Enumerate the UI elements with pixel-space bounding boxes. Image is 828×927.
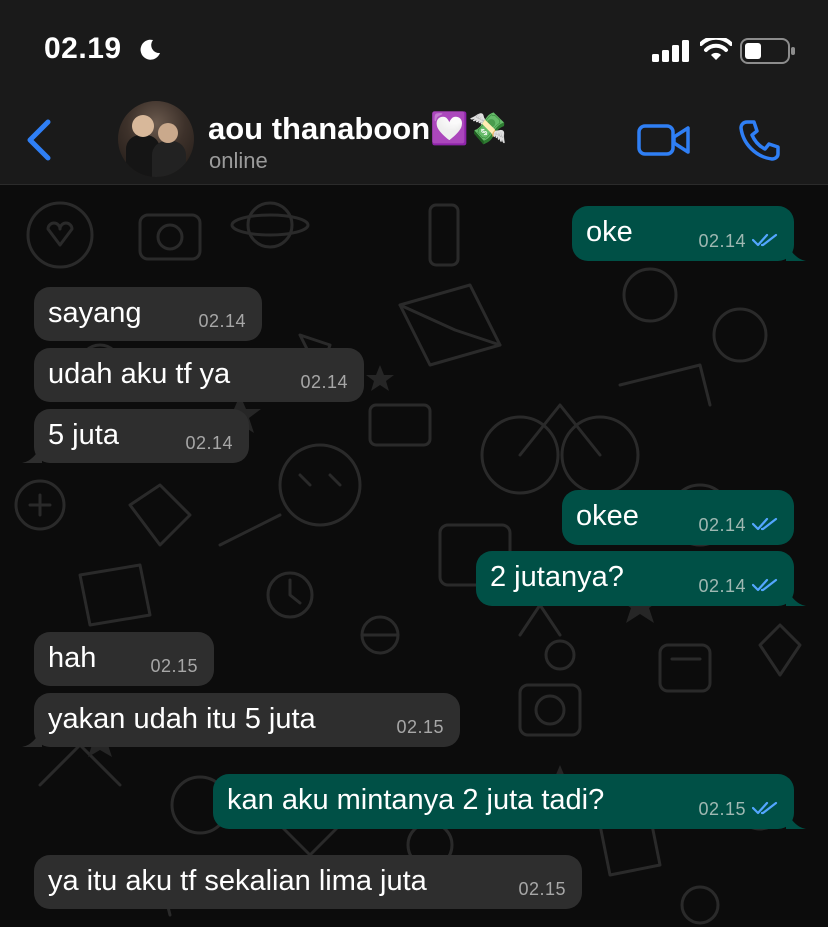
- bubble-tail: [22, 443, 42, 463]
- wifi-icon: [700, 38, 732, 60]
- message-bubble-incoming[interactable]: 5 juta 02.14: [22, 409, 249, 463]
- message-text: 2 jutanya?: [490, 561, 624, 593]
- message-text: kan aku mintanya 2 juta tadi?: [227, 784, 605, 816]
- message-bubble-incoming[interactable]: udah aku tf ya 02.14: [34, 348, 364, 402]
- double-check-read-icon: [752, 234, 778, 247]
- message-text: okee: [576, 500, 639, 532]
- message-bubble-incoming[interactable]: ya itu aku tf sekalian lima juta 02.15: [34, 855, 582, 909]
- moon-icon: [140, 39, 160, 60]
- message-bubble-outgoing[interactable]: okee 02.14: [562, 490, 794, 545]
- status-time: 02.19: [44, 32, 122, 65]
- bubble-tail: [786, 809, 806, 829]
- status-bar: 02.19: [0, 0, 828, 96]
- message-bubble-incoming[interactable]: yakan udah itu 5 juta 02.15: [22, 693, 460, 747]
- chat-header: aou thanaboon💟💸 online: [0, 96, 828, 185]
- message-text: yakan udah itu 5 juta: [48, 703, 316, 735]
- message-time: 02.14: [698, 576, 746, 596]
- message-time: 02.14: [698, 231, 746, 251]
- message-text: ya itu aku tf sekalian lima juta: [48, 865, 427, 897]
- bubble-tail: [22, 727, 42, 747]
- cellular-signal-icon: [652, 40, 689, 62]
- message-text: udah aku tf ya: [48, 358, 231, 390]
- double-check-read-icon: [752, 579, 778, 592]
- message-time: 02.14: [185, 433, 233, 453]
- message-bubble-outgoing[interactable]: 2 jutanya? 02.14: [476, 551, 806, 606]
- contact-name[interactable]: aou thanaboon💟💸: [208, 110, 507, 147]
- video-call-button[interactable]: [636, 120, 692, 160]
- message-time: 02.15: [396, 717, 444, 737]
- bubble-tail: [786, 241, 806, 261]
- message-bubble-incoming[interactable]: hah 02.15: [34, 632, 214, 686]
- message-time: 02.15: [518, 879, 566, 899]
- message-text: oke: [586, 216, 633, 248]
- double-check-read-icon: [752, 802, 778, 815]
- contact-status: online: [209, 148, 268, 173]
- double-check-read-icon: [752, 518, 778, 531]
- message-bubble-incoming[interactable]: sayang 02.14: [34, 287, 262, 341]
- voice-call-button[interactable]: [738, 118, 782, 162]
- bubble-tail: [786, 586, 806, 606]
- battery-icon: [740, 38, 795, 64]
- message-time: 02.15: [698, 799, 746, 819]
- message-time: 02.14: [698, 515, 746, 535]
- contact-avatar[interactable]: [118, 101, 194, 177]
- message-bubble-outgoing[interactable]: kan aku mintanya 2 juta tadi? 02.15: [213, 774, 806, 829]
- message-text: hah: [48, 642, 97, 674]
- message-time: 02.15: [150, 656, 198, 676]
- chat-area[interactable]: oke 02.14 sayang 02.14 udah aku tf ya 02…: [0, 185, 828, 927]
- message-time: 02.14: [198, 311, 246, 331]
- back-button[interactable]: [22, 116, 56, 164]
- message-text: 5 juta: [48, 419, 119, 451]
- message-time: 02.14: [300, 372, 348, 392]
- message-bubble-outgoing[interactable]: oke 02.14: [572, 206, 806, 261]
- message-text: sayang: [48, 297, 142, 329]
